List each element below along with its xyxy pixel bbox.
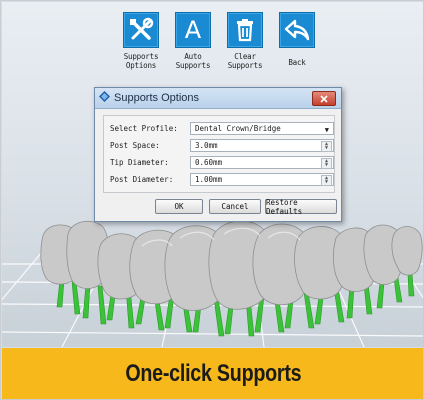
toolbar-label: Supports Options (123, 52, 159, 70)
post-space-spinner[interactable]: 3.0mm ▲ ▼ (190, 139, 334, 152)
caption-banner: One-click Supports (2, 348, 423, 399)
post-diameter-spinner[interactable]: 1.00mm ▲ ▼ (190, 173, 334, 186)
toolbar-item-back[interactable]: Back (271, 12, 323, 67)
supports-toolbar: Supports Options A Auto Supports Clear S… (115, 12, 325, 82)
dialog-title: Supports Options (114, 92, 199, 104)
tools-icon[interactable] (123, 12, 159, 48)
toolbar-label: Clear Supports (227, 52, 263, 70)
3d-viewport[interactable]: Supports Options A Auto Supports Clear S… (2, 2, 423, 347)
letter-a-icon[interactable]: A (175, 12, 211, 48)
toolbar-item-auto-supports[interactable]: A Auto Supports (167, 12, 219, 70)
toolbar-label: Back (288, 58, 306, 67)
dialog-titlebar[interactable]: Supports Options (95, 88, 341, 109)
dental-model (40, 220, 423, 311)
profile-select[interactable]: Dental Crown/Bridge ▼ (190, 122, 334, 135)
ok-button[interactable]: OK (155, 199, 203, 214)
field-label: Post Diameter: (110, 175, 174, 184)
toolbar-label: Auto Supports (175, 52, 211, 70)
app-diamond-icon (99, 89, 110, 107)
caption-text: One-click Supports (124, 360, 302, 387)
toolbar-item-clear-supports[interactable]: Clear Supports (219, 12, 271, 70)
spinner-arrows-icon[interactable]: ▲ ▼ (321, 175, 332, 186)
field-label: Post Space: (110, 141, 160, 150)
cancel-button[interactable]: Cancel (209, 199, 261, 214)
supports-options-dialog: Supports Options Select Profile: Dental … (94, 87, 342, 222)
close-button[interactable] (312, 91, 336, 106)
field-label: Tip Diameter: (110, 158, 169, 167)
field-label: Select Profile: (110, 124, 178, 133)
trash-icon[interactable] (227, 12, 263, 48)
spinner-arrows-icon[interactable]: ▲ ▼ (321, 141, 332, 152)
toolbar-item-supports-options[interactable]: Supports Options (115, 12, 167, 70)
restore-defaults-button[interactable]: Restore Defaults (265, 198, 337, 216)
chevron-down-icon[interactable]: ▼ (325, 125, 329, 136)
tip-diameter-spinner[interactable]: 0.60mm ▲ ▼ (190, 156, 334, 169)
screenshot-frame: Supports Options A Auto Supports Clear S… (0, 0, 424, 400)
back-arrow-icon[interactable] (279, 12, 315, 48)
dialog-buttons: OK Cancel Restore Defaults (95, 198, 341, 216)
options-group: Select Profile: Dental Crown/Bridge ▼ Po… (103, 115, 335, 193)
close-icon (320, 94, 328, 103)
spinner-arrows-icon[interactable]: ▲ ▼ (321, 158, 332, 169)
